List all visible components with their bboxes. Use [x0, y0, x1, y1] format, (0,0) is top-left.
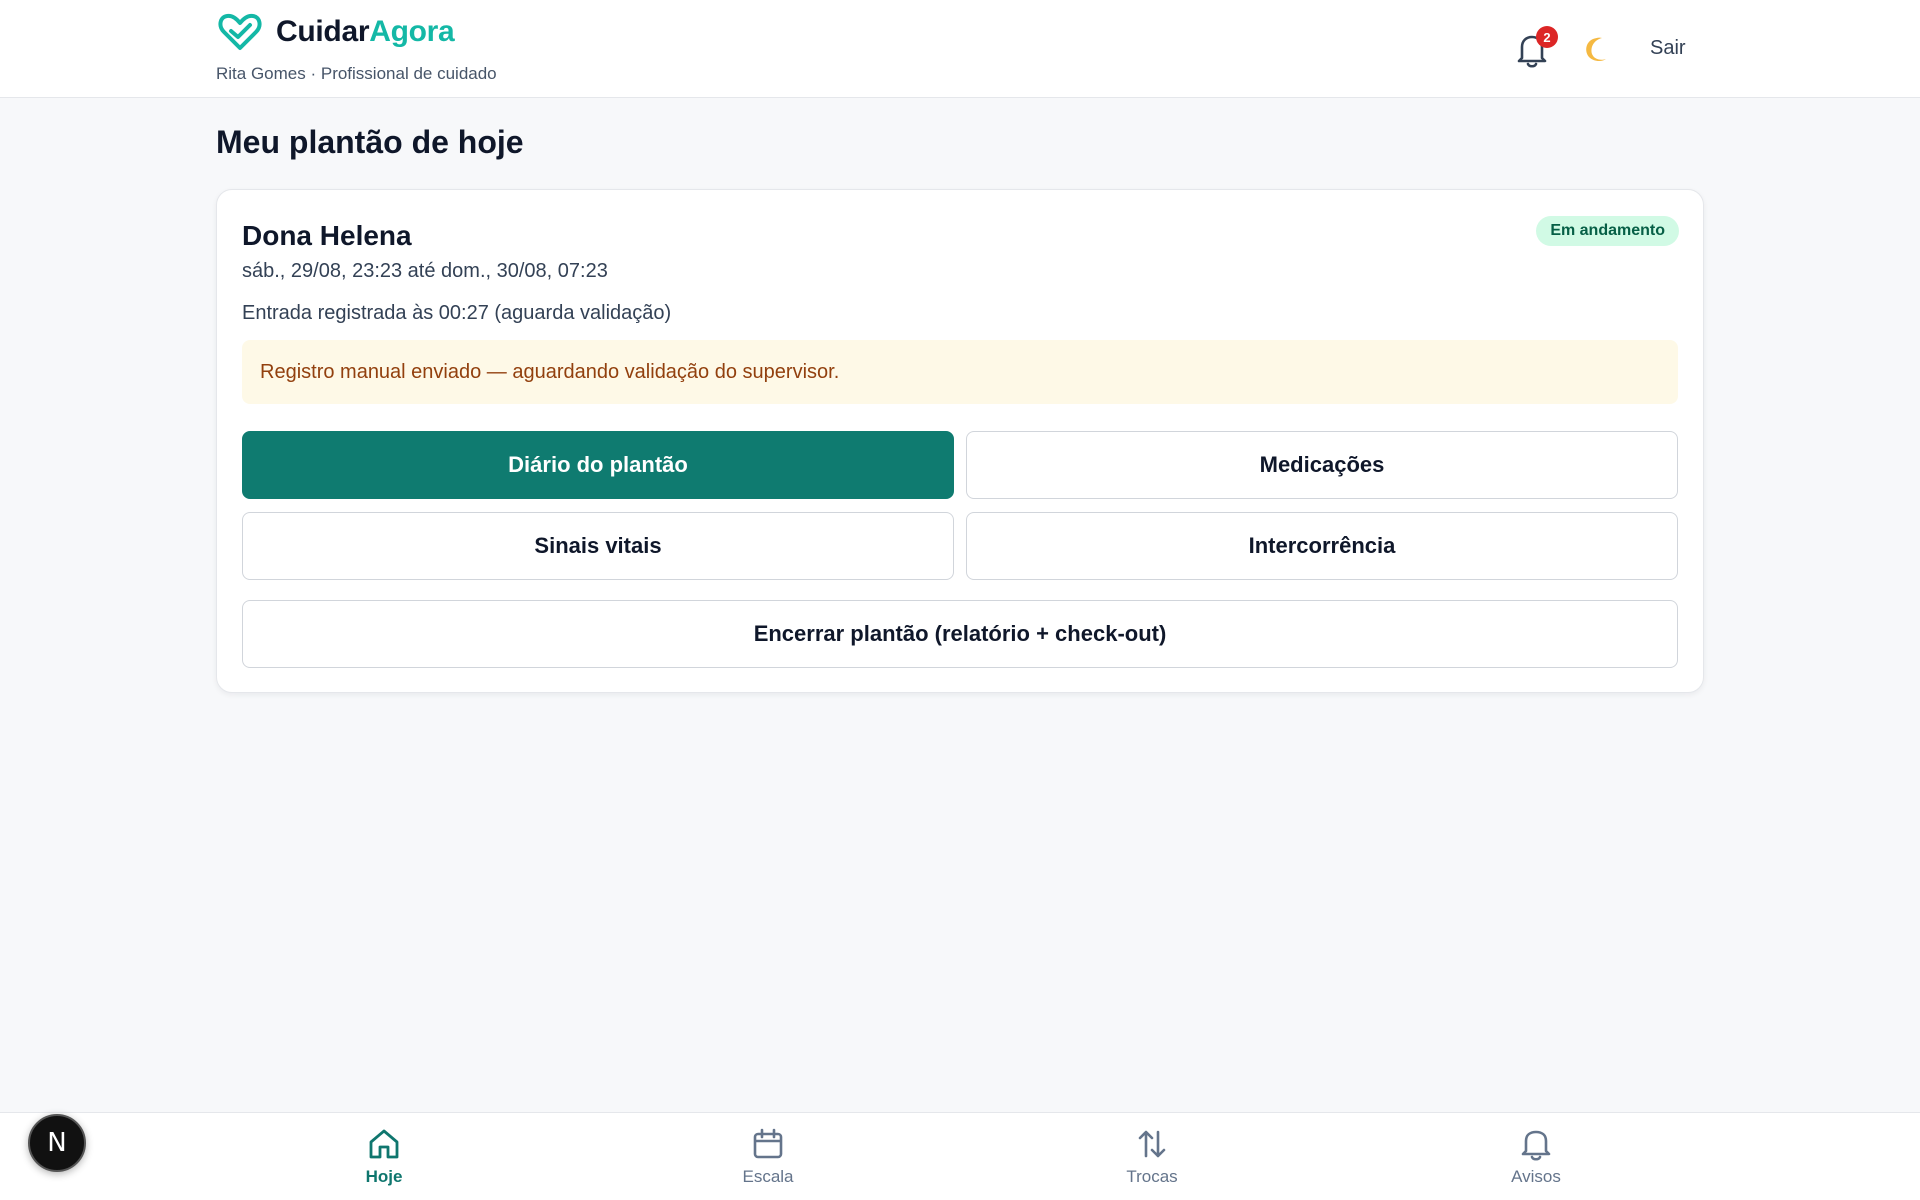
nav-label-avisos: Avisos: [1511, 1167, 1561, 1186]
end-shift-button[interactable]: Encerrar plantão (relatório + check-out): [242, 600, 1678, 668]
brand-logo[interactable]: CuidarAgora: [216, 12, 455, 52]
shift-card: Dona Helena Em andamento sáb., 29/08, 23…: [216, 189, 1704, 693]
bell-icon: [1521, 1130, 1551, 1161]
logout-button[interactable]: Sair: [1650, 37, 1686, 60]
top-bar: CuidarAgora Rita Gomes · Profissional de…: [0, 0, 1920, 98]
swap-arrows-icon: [1138, 1130, 1166, 1158]
brand-name: CuidarAgora: [276, 15, 455, 48]
notifications-button[interactable]: 2: [1514, 26, 1558, 70]
vitals-button[interactable]: Sinais vitais: [242, 512, 954, 580]
nav-label-trocas: Trocas: [1126, 1167, 1178, 1186]
medications-button[interactable]: Medicações: [966, 431, 1678, 499]
moon-icon: [1586, 37, 1606, 62]
validation-alert: Registro manual enviado — aguardando val…: [242, 340, 1678, 404]
nav-item-hoje[interactable]: Hoje: [324, 1127, 444, 1187]
nav-label-escala: Escala: [742, 1167, 794, 1186]
incident-button[interactable]: Intercorrência: [966, 512, 1678, 580]
calendar-icon: [753, 1128, 783, 1159]
page-title: Meu plantão de hoje: [216, 124, 524, 160]
nav-item-trocas[interactable]: Trocas: [1092, 1127, 1212, 1187]
nav-label-hoje: Hoje: [365, 1167, 403, 1186]
notification-count-badge: 2: [1536, 26, 1558, 48]
nav-item-escala[interactable]: Escala: [708, 1127, 828, 1187]
user-role-subtitle: Rita Gomes · Profissional de cuidado: [216, 64, 497, 83]
shift-period: sáb., 29/08, 23:23 até dom., 30/08, 07:2…: [242, 260, 608, 282]
status-badge: Em andamento: [1536, 216, 1679, 246]
heart-logo-icon: [218, 13, 262, 50]
entry-info: Entrada registrada às 00:27 (aguarda val…: [242, 302, 672, 324]
dev-tools-button[interactable]: N: [28, 1114, 86, 1172]
home-icon: [369, 1129, 399, 1159]
patient-name: Dona Helena: [242, 220, 412, 251]
theme-toggle-button[interactable]: [1582, 34, 1612, 64]
bottom-navigation: Hoje Escala Trocas Avisos: [0, 1112, 1920, 1200]
diary-button[interactable]: Diário do plantão: [242, 431, 954, 499]
nav-item-avisos[interactable]: Avisos: [1476, 1127, 1596, 1187]
